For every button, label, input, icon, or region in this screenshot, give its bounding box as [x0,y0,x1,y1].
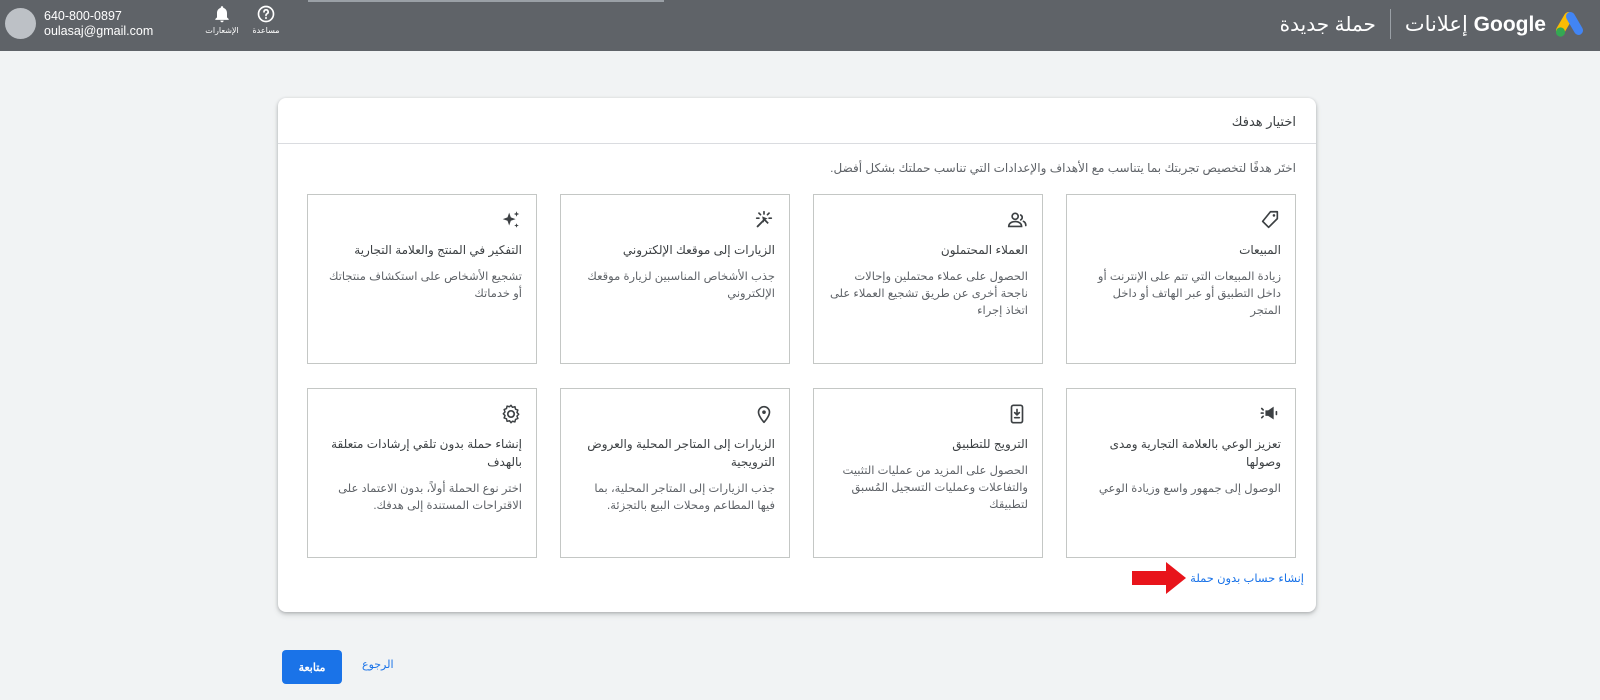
product-name: إعلانات Google [1405,12,1546,37]
goal-description: تشجيع الأشخاص على استكشاف منتجاتك أو خدم… [329,271,522,300]
product-name-google: Google [1473,12,1546,36]
goal-description: جذب الزيارات إلى المتاجر المحلية، بما في… [594,483,775,512]
gear-icon [500,403,522,425]
loading-bar [308,0,664,2]
goal-selection-card: اختيار هدفك اختَر هدفًا لتخصيص تجربتك بم… [278,98,1316,612]
people-icon [1006,209,1028,231]
brand-area: إعلانات Google حملة جديدة [1280,8,1586,40]
red-arrow-annotation [1132,562,1187,594]
account-switcher[interactable]: 640-800-0897 oulasaj@gmail.com [5,8,153,39]
goal-card-sales[interactable]: المبيعات زيادة المبيعات التي تتم على الإ… [1066,194,1296,364]
help-label: مساعدة [252,26,280,35]
sparkle-icon [500,209,522,231]
goal-description: زيادة المبيعات التي تتم على الإنترنت أو … [1097,271,1281,317]
goal-description: الحصول على عملاء محتملين وإحالات ناجحة أ… [829,271,1028,317]
goal-description: الوصول إلى جمهور واسع وزيادة الوعي [1098,483,1281,495]
avatar[interactable] [5,8,36,39]
goal-description: جذب الأشخاص المناسبين لزيارة موقعك الإلك… [587,271,775,300]
goal-title: التفكير في المنتج والعلامة التجارية [354,243,522,257]
goal-description: الحصول على المزيد من عمليات التثبيت والت… [842,465,1028,511]
megaphone-icon [1259,403,1281,425]
brand-divider [1389,9,1391,39]
goal-card-no-goal-guidance[interactable]: إنشاء حملة بدون تلقي إرشادات متعلقة باله… [307,388,537,558]
goal-title: المبيعات [1239,243,1281,257]
tag-icon [1259,209,1281,231]
goal-grid: المبيعات زيادة المبيعات التي تتم على الإ… [305,194,1296,558]
card-title: اختيار هدفك [278,98,1316,144]
create-account-without-campaign-link[interactable]: إنشاء حساب بدون حملة [1190,571,1304,585]
goal-description: اختر نوع الحملة أولاً، بدون الاعتماد على… [338,483,522,512]
account-info: 640-800-0897 oulasaj@gmail.com [44,9,153,39]
goal-title: الزيارات إلى موقعك الإلكتروني [622,243,775,257]
goal-title: إنشاء حملة بدون تلقي إرشادات متعلقة باله… [331,437,522,469]
continue-button[interactable]: متابعة [282,650,342,684]
goal-card-leads[interactable]: العملاء المحتملون الحصول على عملاء محتمل… [813,194,1043,364]
goal-card-local-store-visits[interactable]: الزيارات إلى المتاجر المحلية والعروض الت… [560,388,790,558]
help-icon [257,5,275,23]
cursor-click-icon [753,209,775,231]
account-phone: 640-800-0897 [44,8,122,23]
goal-title: تعزيز الوعي بالعلامة التجارية ومدى وصوله… [1109,437,1281,469]
goal-card-app-promotion[interactable]: الترويج للتطبيق الحصول على المزيد من عمل… [813,388,1043,558]
google-ads-logo[interactable] [1554,10,1586,38]
product-name-suffix: إعلانات [1404,12,1468,36]
goal-title: العملاء المحتملون [940,243,1028,257]
help-button[interactable]: مساعدة [240,4,292,44]
goal-card-brand-awareness[interactable]: تعزيز الوعي بالعلامة التجارية ومدى وصوله… [1066,388,1296,558]
goal-title: الترويج للتطبيق [952,437,1028,451]
location-pin-icon [753,403,775,425]
page-title: حملة جديدة [1279,13,1376,36]
back-button[interactable]: الرجوع [362,658,394,671]
card-description: اختَر هدفًا لتخصيص تجربتك بما يتناسب مع … [830,161,1296,175]
bell-icon [215,6,229,23]
phone-download-icon [1006,403,1028,425]
goal-title: الزيارات إلى المتاجر المحلية والعروض الت… [587,437,775,469]
no-campaign-row: إنشاء حساب بدون حملة [1132,561,1304,595]
top-app-bar: 640-800-0897 oulasaj@gmail.com الإشعارات… [0,0,1600,51]
account-email: oulasaj@gmail.com [44,23,154,38]
goal-card-website-traffic[interactable]: الزيارات إلى موقعك الإلكتروني جذب الأشخا… [560,194,790,364]
goal-card-brand-consideration[interactable]: التفكير في المنتج والعلامة التجارية تشجي… [307,194,537,364]
